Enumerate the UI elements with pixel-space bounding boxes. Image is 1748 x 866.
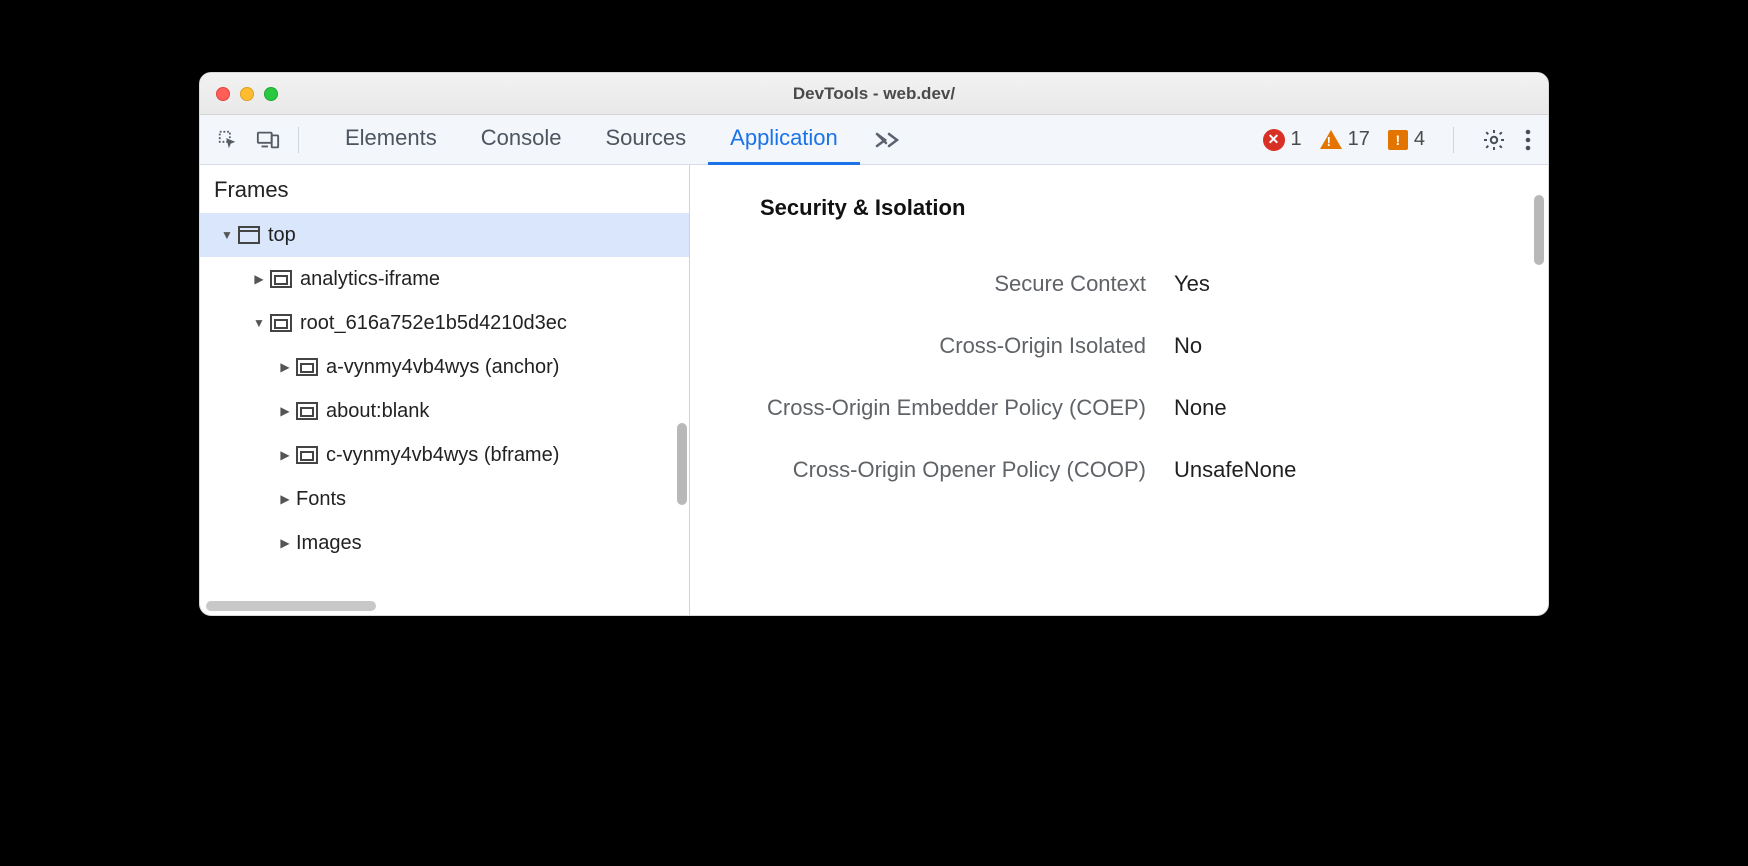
frames-sidebar: Frames top analytics-iframe <box>200 165 690 615</box>
vertical-scrollbar[interactable] <box>677 423 687 505</box>
zoom-icon[interactable] <box>264 87 278 101</box>
kv-coop: Cross-Origin Opener Policy (COOP) Unsafe… <box>690 439 1548 501</box>
warning-icon: ! <box>1320 130 1342 149</box>
minimize-icon[interactable] <box>240 87 254 101</box>
vertical-scrollbar[interactable] <box>1534 195 1544 265</box>
kv-secure-context: Secure Context Yes <box>690 253 1548 315</box>
iframe-icon <box>270 314 292 332</box>
tree-item-analytics-iframe[interactable]: analytics-iframe <box>200 257 689 301</box>
tree-item-label: root_616a752e1b5d4210d3ec <box>300 312 567 335</box>
tree-item-label: analytics-iframe <box>300 268 440 291</box>
issues-icon: ! <box>1388 130 1408 150</box>
issues-count: 4 <box>1414 128 1425 151</box>
chevron-right-icon[interactable] <box>278 402 292 420</box>
horizontal-scrollbar[interactable] <box>206 601 376 611</box>
tree-item-about-blank[interactable]: about:blank <box>200 389 689 433</box>
tree-item-images[interactable]: Images <box>200 521 689 565</box>
tree-item-label: about:blank <box>326 400 429 423</box>
chevron-down-icon[interactable] <box>252 314 266 332</box>
devtools-window: DevTools - web.dev/ Elements Console <box>199 72 1549 616</box>
error-count: 1 <box>1291 128 1302 151</box>
panel-tabs: Elements Console Sources Application <box>323 115 916 165</box>
kv-key: Cross-Origin Embedder Policy (COEP) <box>690 395 1170 421</box>
chevron-right-icon[interactable] <box>278 446 292 464</box>
more-options-button[interactable] <box>1524 128 1532 152</box>
window-icon <box>238 226 260 244</box>
frames-tree: top analytics-iframe root_616a752e1b5d42… <box>200 213 689 615</box>
kv-value: Yes <box>1170 271 1210 297</box>
kv-value: None <box>1170 395 1227 421</box>
tab-application[interactable]: Application <box>708 115 860 165</box>
chevron-down-icon[interactable] <box>220 226 234 244</box>
tree-item-fonts[interactable]: Fonts <box>200 477 689 521</box>
chevron-right-icon[interactable] <box>278 490 292 508</box>
kv-value: UnsafeNone <box>1170 457 1296 483</box>
tree-item-anchor[interactable]: a-vynmy4vb4wys (anchor) <box>200 345 689 389</box>
inspect-button[interactable] <box>208 120 248 160</box>
kv-coep: Cross-Origin Embedder Policy (COEP) None <box>690 377 1548 439</box>
panel-content: Frames top analytics-iframe <box>200 165 1548 615</box>
frame-details: Security & Isolation Secure Context Yes … <box>690 165 1548 615</box>
issues-counter[interactable]: ! 4 <box>1388 128 1425 151</box>
warning-count: 17 <box>1348 128 1370 151</box>
device-toggle-button[interactable] <box>248 120 288 160</box>
traffic-lights <box>216 87 278 101</box>
main-toolbar: Elements Console Sources Application ✕ 1… <box>200 115 1548 165</box>
warning-counter[interactable]: ! 17 <box>1320 128 1370 151</box>
settings-button[interactable] <box>1482 128 1506 152</box>
kv-cross-origin-isolated: Cross-Origin Isolated No <box>690 315 1548 377</box>
divider <box>298 127 299 153</box>
chevron-right-icon[interactable] <box>278 534 292 552</box>
kv-key: Cross-Origin Opener Policy (COOP) <box>690 457 1170 483</box>
tree-item-label: c-vynmy4vb4wys (bframe) <box>326 444 559 467</box>
tree-item-label: Fonts <box>296 488 346 511</box>
close-icon[interactable] <box>216 87 230 101</box>
tab-elements[interactable]: Elements <box>323 115 459 165</box>
iframe-icon <box>296 402 318 420</box>
error-counter[interactable]: ✕ 1 <box>1263 128 1302 151</box>
sidebar-heading: Frames <box>200 165 689 213</box>
iframe-icon <box>270 270 292 288</box>
kv-key: Secure Context <box>690 271 1170 297</box>
kv-value: No <box>1170 333 1202 359</box>
divider <box>1453 127 1454 153</box>
iframe-icon <box>296 358 318 376</box>
titlebar: DevTools - web.dev/ <box>200 73 1548 115</box>
tab-console[interactable]: Console <box>459 115 584 165</box>
iframe-icon <box>296 446 318 464</box>
chevron-right-icon[interactable] <box>252 270 266 288</box>
tree-item-root[interactable]: root_616a752e1b5d4210d3ec <box>200 301 689 345</box>
kv-key: Cross-Origin Isolated <box>690 333 1170 359</box>
tree-item-label: Images <box>296 532 362 555</box>
section-heading: Security & Isolation <box>690 195 1548 221</box>
tree-item-label: top <box>268 224 296 247</box>
window-title: DevTools - web.dev/ <box>200 84 1548 104</box>
tree-item-top[interactable]: top <box>200 213 689 257</box>
tab-sources[interactable]: Sources <box>583 115 708 165</box>
error-icon: ✕ <box>1263 129 1285 151</box>
tree-item-bframe[interactable]: c-vynmy4vb4wys (bframe) <box>200 433 689 477</box>
more-tabs-button[interactable] <box>860 131 916 149</box>
tree-item-label: a-vynmy4vb4wys (anchor) <box>326 356 559 379</box>
chevron-right-icon[interactable] <box>278 358 292 376</box>
